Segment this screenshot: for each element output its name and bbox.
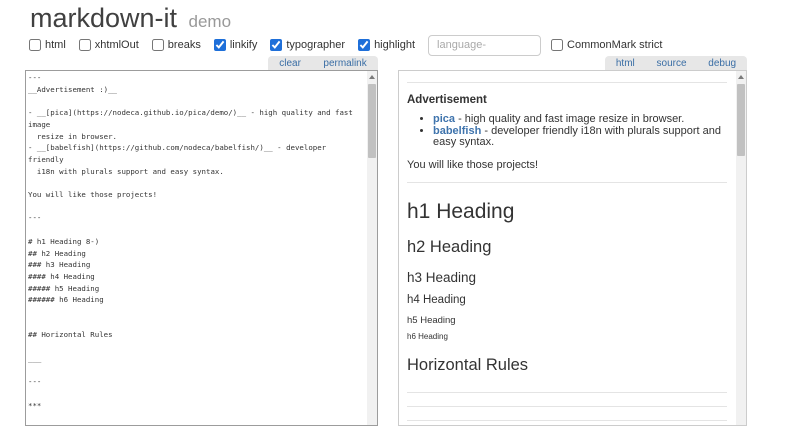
- result-tabs-bar: html source debug: [605, 56, 747, 70]
- linkify-checkbox[interactable]: [214, 39, 226, 51]
- tab-html[interactable]: html: [616, 58, 635, 69]
- rendered-html: Advertisement pica - high quality and fa…: [399, 71, 735, 425]
- result-tabstrip: html source debug: [398, 56, 747, 70]
- horizontal-rules-stack: [407, 392, 727, 421]
- projects-paragraph: You will like those projects!: [407, 159, 727, 171]
- highlight-checkbox[interactable]: [358, 39, 370, 51]
- pica-link[interactable]: pica: [433, 113, 455, 125]
- rendered-hr: [407, 82, 727, 83]
- html-checkbox[interactable]: [29, 39, 41, 51]
- advertisement-heading: Advertisement: [407, 94, 727, 106]
- option-typographer[interactable]: typographer: [270, 39, 345, 51]
- option-commonmark-strict[interactable]: CommonMark strict: [551, 39, 662, 51]
- linkify-checkbox-label: linkify: [230, 39, 258, 51]
- advertisement-list: pica - high quality and fast image resiz…: [407, 114, 727, 149]
- commonmark-strict-label: CommonMark strict: [567, 39, 662, 51]
- clear-link[interactable]: clear: [279, 58, 301, 69]
- option-linkify[interactable]: linkify: [214, 39, 258, 51]
- app-title: markdown-it: [30, 3, 177, 33]
- editor-scrollbar-thumb[interactable]: [368, 84, 376, 158]
- rendered-h4: h4 Heading: [407, 294, 727, 308]
- rendered-h2: h2 Heading: [407, 238, 727, 258]
- commonmark-strict-checkbox[interactable]: [551, 39, 563, 51]
- options-toolbar: html xhtmlOut breaks linkify typographer…: [29, 35, 675, 55]
- markdown-source-textarea[interactable]: --- __Advertisement :)__ - __[pica](http…: [26, 71, 377, 425]
- rendered-h6: h6 Heading: [407, 332, 727, 342]
- rendered-hr: [407, 406, 727, 407]
- result-scrollbar[interactable]: [736, 71, 746, 425]
- rendered-hr: [407, 182, 727, 183]
- rendered-h1: h1 Heading: [407, 199, 727, 224]
- breaks-checkbox-label: breaks: [168, 39, 201, 51]
- list-item: babelfish - developer friendly i18n with…: [433, 126, 727, 149]
- babelfish-link[interactable]: babelfish: [433, 125, 481, 137]
- typographer-checkbox-label: typographer: [286, 39, 345, 51]
- option-html[interactable]: html: [29, 39, 66, 51]
- editor-tabstrip: clear permalink: [25, 56, 378, 70]
- app-subtitle: demo: [189, 12, 232, 31]
- editor-scrollbar[interactable]: [367, 71, 377, 425]
- html-checkbox-label: html: [45, 39, 66, 51]
- list-item-text: - high quality and fast image resize in …: [455, 113, 684, 125]
- rendered-h5: h5 Heading: [407, 315, 727, 326]
- rendered-result-panel: Advertisement pica - high quality and fa…: [398, 70, 747, 426]
- permalink-link[interactable]: permalink: [323, 58, 366, 69]
- scroll-up-arrow-icon[interactable]: [367, 71, 377, 83]
- option-highlight[interactable]: highlight: [358, 39, 415, 51]
- horizontal-rules-heading: Horizontal Rules: [407, 356, 727, 376]
- source-editor-panel: --- __Advertisement :)__ - __[pica](http…: [25, 70, 378, 426]
- rendered-hr: [407, 420, 727, 421]
- option-breaks[interactable]: breaks: [152, 39, 201, 51]
- xhtmlout-checkbox-label: xhtmlOut: [95, 39, 139, 51]
- language-prefix-input[interactable]: [428, 35, 541, 56]
- rendered-h3: h3 Heading: [407, 270, 727, 286]
- editor-actions-bar: clear permalink: [268, 56, 378, 70]
- tab-source[interactable]: source: [657, 58, 687, 69]
- page-header: markdown-it demo: [30, 3, 231, 34]
- scroll-up-arrow-icon[interactable]: [736, 71, 746, 83]
- highlight-checkbox-label: highlight: [374, 39, 415, 51]
- result-column: html source debug Advertisement pica - h…: [398, 56, 747, 426]
- editor-column: clear permalink --- __Advertisement :)__…: [25, 56, 378, 426]
- option-xhtmlout[interactable]: xhtmlOut: [79, 39, 139, 51]
- tab-debug[interactable]: debug: [708, 58, 736, 69]
- typographer-checkbox[interactable]: [270, 39, 282, 51]
- xhtmlout-checkbox[interactable]: [79, 39, 91, 51]
- result-scrollbar-thumb[interactable]: [737, 84, 745, 156]
- breaks-checkbox[interactable]: [152, 39, 164, 51]
- rendered-hr: [407, 392, 727, 393]
